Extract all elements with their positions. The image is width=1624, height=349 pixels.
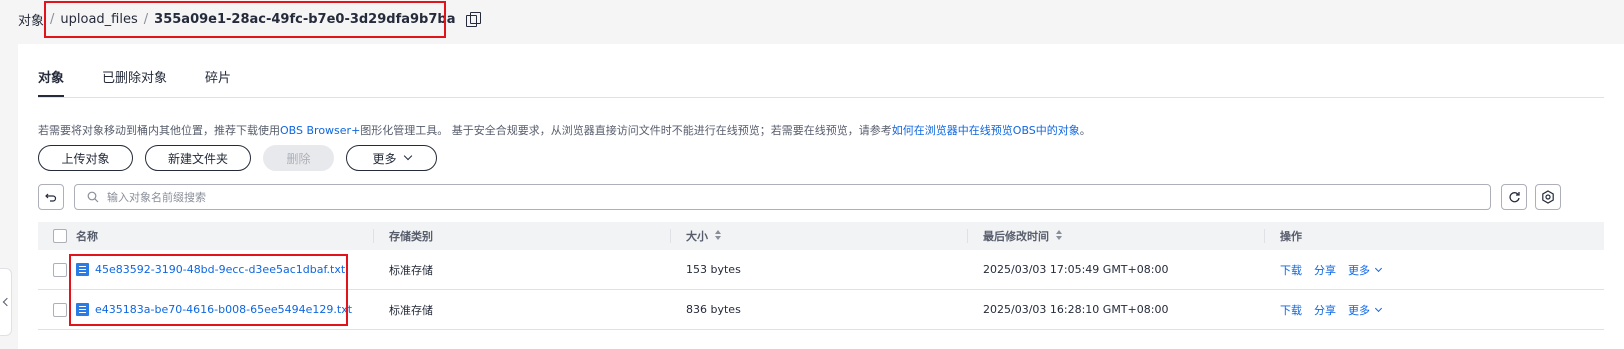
- header-storage-class: 存储类别: [389, 230, 433, 243]
- breadcrumb-root[interactable]: 对象: [18, 10, 44, 29]
- name-cell: 45e83592-3190-48bd-9ecc-d3ee5ac1dbaf.txt: [76, 263, 373, 276]
- preview-help-link[interactable]: 如何在浏览器中在线预览OBS中的对象: [892, 124, 1080, 137]
- obs-browser-link[interactable]: OBS Browser+: [280, 124, 360, 137]
- storage-class-cell: 标准存储: [389, 303, 433, 317]
- row-check-cell: [38, 302, 76, 317]
- tab-divider: [38, 97, 1604, 98]
- breadcrumb: 对象 / upload_files / 355a09e1-28ac-49fc-b…: [18, 9, 481, 29]
- row-checkbox[interactable]: [53, 302, 67, 317]
- refresh-button[interactable]: [1501, 184, 1527, 210]
- back-button[interactable]: [38, 184, 64, 210]
- upload-object-button[interactable]: 上传对象: [38, 145, 133, 171]
- sidebar-collapse-handle[interactable]: [0, 268, 12, 336]
- row-more-link[interactable]: 更多: [1348, 302, 1383, 318]
- table-header: 名称 存储类别 大小 最后修改时间 操作: [38, 222, 1604, 250]
- more-label: 更多: [372, 151, 397, 166]
- breadcrumb-folder[interactable]: upload_files: [60, 12, 137, 27]
- modified-cell: 2025/03/03 16:28:10 GMT+08:00: [983, 303, 1169, 316]
- header-check-cell: [38, 229, 76, 243]
- settings-button[interactable]: [1535, 184, 1561, 210]
- refresh-icon: [1508, 191, 1520, 202]
- header-size[interactable]: 大小: [670, 228, 967, 244]
- header-ops: 操作: [1280, 230, 1302, 243]
- search-icon: [87, 191, 99, 203]
- name-cell: e435183a-be70-4616-b008-65ee5494e129.txt: [76, 303, 373, 316]
- more-button[interactable]: 更多: [346, 145, 437, 171]
- table-row: e435183a-be70-4616-b008-65ee5494e129.txt…: [38, 290, 1604, 330]
- chevron-down-icon: [1374, 304, 1383, 312]
- row-checkbox[interactable]: [53, 262, 67, 277]
- delete-label: 删除: [286, 151, 311, 166]
- table-row: 45e83592-3190-48bd-9ecc-d3ee5ac1dbaf.txt…: [38, 250, 1604, 290]
- storage-class-cell: 标准存储: [389, 263, 433, 277]
- row-more-link[interactable]: 更多: [1348, 262, 1383, 278]
- objects-panel: 对象 已删除对象 碎片 若需要将对象移动到桶内其他位置，推荐下载使用OBS Br…: [18, 44, 1624, 349]
- breadcrumb-separator: /: [143, 11, 149, 27]
- tip-text: 若需要将对象移动到桶内其他位置，推荐下载使用OBS Browser+图形化管理工…: [38, 122, 1091, 138]
- ops-cell: 下载 分享 更多: [1264, 262, 1604, 278]
- chevron-left-icon: [2, 297, 12, 307]
- delete-button[interactable]: 删除: [263, 145, 334, 171]
- return-icon: [45, 193, 57, 202]
- toolbar: 上传对象 新建文件夹 删除 更多: [38, 145, 437, 171]
- chevron-down-icon: [403, 151, 412, 161]
- new-folder-label: 新建文件夹: [167, 151, 228, 166]
- tip-text-part3: 。: [1079, 124, 1091, 137]
- upload-object-label: 上传对象: [61, 151, 110, 166]
- file-icon: [76, 303, 89, 316]
- column-divider: [373, 229, 374, 243]
- sort-icon[interactable]: [714, 230, 723, 242]
- row-check-cell: [38, 262, 76, 277]
- size-cell: 153 bytes: [686, 263, 741, 276]
- tab-bar: 对象 已删除对象 碎片: [38, 64, 269, 97]
- column-divider: [670, 229, 671, 243]
- gear-icon: [1542, 190, 1554, 204]
- tip-text-part1: 若需要将对象移动到桶内其他位置，推荐下载使用: [38, 124, 280, 137]
- header-name: 名称: [76, 230, 98, 243]
- header-modified[interactable]: 最后修改时间: [967, 228, 1264, 244]
- file-name-link[interactable]: 45e83592-3190-48bd-9ecc-d3ee5ac1dbaf.txt: [95, 263, 345, 276]
- tab-fragments[interactable]: 碎片: [205, 64, 231, 97]
- column-divider: [1264, 229, 1265, 243]
- ops-cell: 下载 分享 更多: [1264, 302, 1604, 318]
- breadcrumb-current: 355a09e1-28ac-49fc-b7e0-3d29dfa9b7ba: [154, 11, 456, 27]
- column-divider: [967, 229, 968, 243]
- row-more-label: 更多: [1348, 303, 1370, 317]
- size-cell: 836 bytes: [686, 303, 741, 316]
- search-box: [74, 184, 1491, 210]
- copy-icon[interactable]: [465, 12, 481, 27]
- row-more-label: 更多: [1348, 263, 1370, 277]
- select-all-checkbox[interactable]: [53, 229, 67, 243]
- modified-cell: 2025/03/03 17:05:49 GMT+08:00: [983, 263, 1169, 276]
- tip-text-part2: 图形化管理工具。 基于安全合规要求，从浏览器直接访问文件时不能进行在线预览；若需…: [360, 124, 892, 137]
- file-icon: [76, 263, 89, 276]
- share-link[interactable]: 分享: [1314, 302, 1336, 318]
- header-size-label: 大小: [686, 230, 708, 243]
- search-input[interactable]: [107, 190, 1490, 204]
- header-modified-label: 最后修改时间: [983, 230, 1049, 243]
- tab-deleted-objects[interactable]: 已删除对象: [102, 64, 167, 97]
- share-link[interactable]: 分享: [1314, 262, 1336, 278]
- new-folder-button[interactable]: 新建文件夹: [145, 145, 251, 171]
- breadcrumb-separator: /: [50, 11, 55, 27]
- chevron-down-icon: [1374, 264, 1383, 272]
- download-link[interactable]: 下载: [1280, 262, 1302, 278]
- sort-icon[interactable]: [1055, 230, 1064, 242]
- file-name-link[interactable]: e435183a-be70-4616-b008-65ee5494e129.txt: [95, 303, 352, 316]
- tab-objects[interactable]: 对象: [38, 64, 65, 97]
- download-link[interactable]: 下载: [1280, 302, 1302, 318]
